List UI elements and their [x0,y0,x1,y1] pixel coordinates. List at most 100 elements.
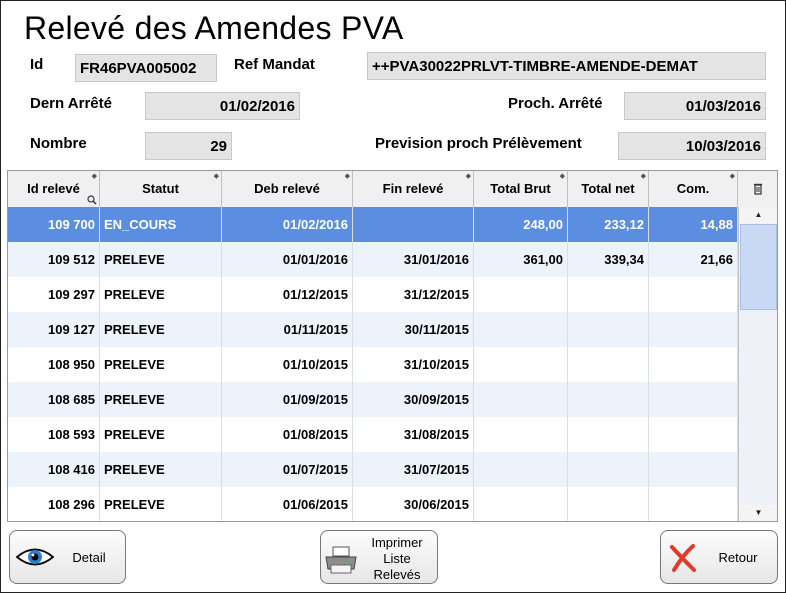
column-header-fin[interactable]: Fin relevé ◆ [353,171,474,207]
cell-brut: 361,00 [474,242,568,277]
table-row[interactable]: 109 700 EN_COURS 01/02/2016 248,00 233,12 14,… [8,207,738,242]
column-header-statut[interactable]: Statut ◆ [100,171,222,207]
dern-arrete-label: Dern Arrêté [30,95,112,112]
cell-com [649,452,738,487]
column-settings-icon [753,183,762,195]
column-header-brut[interactable]: Total Brut ◆ [474,171,568,207]
prevision-field[interactable]: 10/03/2016 [618,132,766,160]
table-vertical-scrollbar[interactable]: ▲ ▼ [738,207,777,521]
imprimer-liste-releves-button[interactable]: Imprimer Liste Relevés [320,530,438,584]
cell-statut: PRELEVE [100,277,222,312]
cell-net: 233,12 [568,207,649,242]
scrollbar-thumb[interactable] [740,224,777,310]
table-row[interactable]: 108 593 PRELEVE 01/08/2015 31/08/2015 [8,417,738,452]
cell-fin: 31/10/2015 [353,347,474,382]
proch-arrete-field[interactable]: 01/03/2016 [624,92,766,120]
cell-id: 108 685 [8,382,100,417]
cell-brut [474,417,568,452]
cell-brut [474,277,568,312]
retour-button[interactable]: Retour [660,530,778,584]
detail-button-label: Detail [72,550,106,565]
id-label: Id [30,56,44,73]
detail-button[interactable]: Detail [9,530,126,584]
printer-icon [325,546,357,574]
cell-deb: 01/06/2015 [222,487,353,521]
magnifier-icon [87,195,97,205]
sort-arrows-icon: ◆ [213,173,219,180]
cell-fin: 31/12/2015 [353,277,474,312]
table-row[interactable]: 108 685 PRELEVE 01/09/2015 30/09/2015 [8,382,738,417]
nombre-field[interactable]: 29 [145,132,232,160]
ref-mandat-field[interactable]: ++PVA30022PRLVT-TIMBRE-AMENDE-DEMAT [367,52,766,80]
column-settings-button[interactable] [738,171,777,207]
cell-statut: PRELEVE [100,347,222,382]
column-header-deb[interactable]: Deb relevé ◆ [222,171,353,207]
cell-net: 339,34 [568,242,649,277]
cell-fin: 30/09/2015 [353,382,474,417]
imprimer-label-line2: Liste [383,551,411,566]
cell-statut: EN_COURS [100,207,222,242]
cell-id: 108 593 [8,417,100,452]
cell-id: 109 512 [8,242,100,277]
cell-com [649,347,738,382]
cell-net [568,487,649,521]
cell-com: 21,66 [649,242,738,277]
nombre-label: Nombre [30,135,87,152]
table-row[interactable]: 108 416 PRELEVE 01/07/2015 31/07/2015 [8,452,738,487]
cell-id: 109 297 [8,277,100,312]
releves-table: Id relevé ◆ Statut ◆ Deb relevé ◆ Fin re… [7,170,778,522]
cell-com [649,382,738,417]
cell-brut [474,312,568,347]
scroll-up-arrow[interactable]: ▲ [739,207,777,223]
cell-net [568,452,649,487]
cell-net [568,417,649,452]
table-row[interactable]: 108 296 PRELEVE 01/06/2015 30/06/2015 [8,487,738,521]
cell-deb: 01/12/2015 [222,277,353,312]
cell-brut [474,452,568,487]
cell-fin [353,207,474,242]
table-row[interactable]: 109 297 PRELEVE 01/12/2015 31/12/2015 [8,277,738,312]
cell-statut: PRELEVE [100,382,222,417]
cell-fin: 31/01/2016 [353,242,474,277]
table-row[interactable]: 109 127 PRELEVE 01/11/2015 30/11/2015 [8,312,738,347]
column-header-id[interactable]: Id relevé ◆ [8,171,100,207]
id-field[interactable]: FR46PVA005002 [75,54,217,82]
cell-deb: 01/07/2015 [222,452,353,487]
table-row[interactable]: 109 512 PRELEVE 01/01/2016 31/01/2016 361,00… [8,242,738,277]
cell-deb: 01/02/2016 [222,207,353,242]
cell-net [568,277,649,312]
eye-icon [16,548,54,566]
cell-brut [474,347,568,382]
sort-arrows-icon: ◆ [91,173,97,180]
cell-net [568,382,649,417]
cell-fin: 31/07/2015 [353,452,474,487]
sort-arrows-icon: ◆ [344,173,350,180]
sort-arrows-icon: ◆ [640,173,646,180]
column-header-com[interactable]: Com. ◆ [649,171,738,207]
cell-deb: 01/10/2015 [222,347,353,382]
dern-arrete-field[interactable]: 01/02/2016 [145,92,300,120]
cell-com [649,417,738,452]
cell-id: 108 416 [8,452,100,487]
cell-id: 109 700 [8,207,100,242]
column-header-net[interactable]: Total net ◆ [568,171,649,207]
cell-net [568,312,649,347]
table-row[interactable]: 108 950 PRELEVE 01/10/2015 31/10/2015 [8,347,738,382]
cell-brut [474,487,568,521]
scroll-down-arrow[interactable]: ▼ [739,505,777,521]
cell-com [649,277,738,312]
cell-deb: 01/01/2016 [222,242,353,277]
cell-deb: 01/09/2015 [222,382,353,417]
cell-deb: 01/08/2015 [222,417,353,452]
imprimer-label-line3: Relevés [373,567,421,582]
red-x-icon [670,544,696,572]
cell-id: 108 950 [8,347,100,382]
cell-brut: 248,00 [474,207,568,242]
ref-mandat-label: Ref Mandat [234,56,315,73]
imprimer-label-line1: Imprimer [371,535,423,550]
cell-statut: PRELEVE [100,417,222,452]
sort-arrows-icon: ◆ [465,173,471,180]
cell-brut [474,382,568,417]
page-title: Relevé des Amendes PVA [24,10,404,46]
cell-statut: PRELEVE [100,312,222,347]
